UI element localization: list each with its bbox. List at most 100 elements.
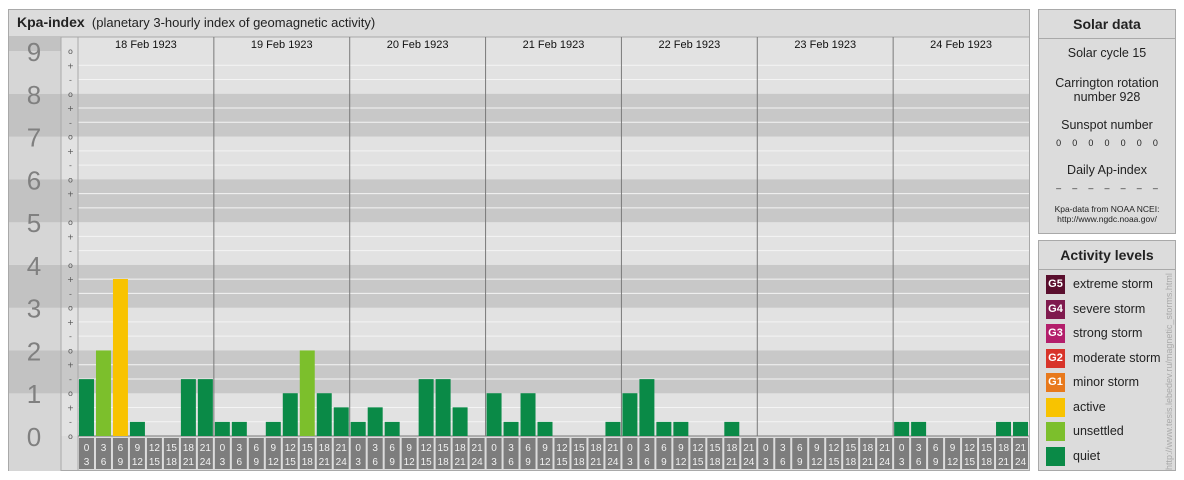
- y-minor-tick-label: o: [68, 47, 73, 56]
- hour-start-label: 3: [780, 443, 786, 454]
- legend-label: unsettled: [1073, 424, 1124, 438]
- kp-band: [9, 51, 1029, 94]
- y-minor-tick-label: o: [68, 90, 73, 99]
- hour-end-label: 18: [302, 457, 314, 468]
- kp-bar: [129, 421, 145, 436]
- y-tick-label: 7: [27, 123, 41, 153]
- daily-ap-label: Daily Ap-index: [1067, 163, 1147, 177]
- day-label: 21 Feb 1923: [523, 39, 585, 51]
- legend-label: strong storm: [1073, 326, 1143, 340]
- y-minor-tick-label: -: [69, 204, 72, 213]
- hour-end-label: 12: [404, 457, 416, 468]
- legend-swatch: G5: [1046, 275, 1065, 294]
- kp-bar: [197, 379, 213, 436]
- kp-band: [9, 136, 1029, 180]
- hour-start-label: 18: [183, 443, 195, 454]
- hour-end-label: 6: [644, 457, 650, 468]
- hour-end-label: 21: [183, 457, 195, 468]
- hour-start-label: 12: [149, 443, 161, 454]
- legend-label: extreme storm: [1073, 277, 1153, 291]
- y-minor-tick-label: o: [68, 432, 73, 441]
- y-minor-tick-label: -: [69, 332, 72, 341]
- kp-bar: [724, 421, 740, 436]
- hour-start-label: 18: [319, 443, 331, 454]
- hour-start-label: 18: [862, 443, 874, 454]
- y-minor-tick-label: +: [67, 104, 74, 113]
- hour-start-label: 0: [763, 443, 769, 454]
- hour-end-label: 6: [372, 457, 378, 468]
- hour-end-label: 18: [166, 457, 178, 468]
- y-tick-label: 2: [27, 336, 41, 366]
- kp-bar: [911, 421, 927, 436]
- hour-end-label: 21: [862, 457, 874, 468]
- day-label: 19 Feb 1923: [251, 39, 313, 51]
- credit-url: http://www.ngdc.noaa.gov/: [1057, 214, 1157, 224]
- y-tick-label: 4: [27, 251, 41, 281]
- sunspot-number-label: Sunspot number: [1061, 118, 1153, 132]
- hour-end-label: 9: [389, 457, 395, 468]
- y-minor-tick-label: +: [67, 232, 74, 241]
- legend-label: active: [1073, 399, 1106, 414]
- hour-start-label: 3: [644, 443, 650, 454]
- y-tick-label: 8: [27, 80, 41, 110]
- hour-start-label: 18: [998, 443, 1010, 454]
- day-label: 23 Feb 1923: [794, 39, 856, 51]
- kp-bar: [1013, 421, 1028, 436]
- hour-end-label: 21: [319, 457, 331, 468]
- kp-bar: [452, 407, 468, 436]
- y-minor-tick-label: o: [68, 346, 73, 355]
- hour-end-label: 12: [132, 457, 144, 468]
- sunspot-value: 0: [1152, 138, 1158, 148]
- hour-end-label: 21: [726, 457, 738, 468]
- kp-bar: [418, 379, 434, 436]
- credit-source: Kpa-data from NOAA NCEI:: [1054, 204, 1160, 214]
- hour-start-label: 6: [661, 443, 667, 454]
- y-minor-tick-label: o: [68, 261, 73, 270]
- hour-start-label: 21: [336, 443, 348, 454]
- hour-end-label: 21: [998, 457, 1010, 468]
- hour-start-label: 15: [573, 443, 585, 454]
- y-minor-tick-label: o: [68, 133, 73, 142]
- hour-end-label: 9: [254, 457, 260, 468]
- y-minor-tick-label: -: [69, 161, 72, 170]
- hour-end-label: 18: [573, 457, 585, 468]
- hour-end-label: 15: [692, 457, 704, 468]
- kp-bar: [180, 379, 196, 436]
- hour-end-label: 6: [508, 457, 514, 468]
- solar-data-title: Solar data: [1039, 10, 1175, 39]
- activity-levels-panel: Activity levels G5 extreme storm G4 severe …: [1038, 240, 1176, 471]
- legend-label: quiet: [1073, 448, 1101, 463]
- sunspot-value: 0: [1088, 138, 1094, 148]
- kp-bar: [520, 393, 536, 436]
- kp-band: [9, 350, 1029, 394]
- day-label: 18 Feb 1923: [115, 39, 177, 51]
- hour-start-label: 15: [709, 443, 721, 454]
- hour-start-label: 6: [797, 443, 803, 454]
- hour-start-label: 21: [1015, 443, 1027, 454]
- hour-start-label: 0: [491, 443, 497, 454]
- day-label: 24 Feb 1923: [930, 39, 992, 51]
- hour-end-label: 3: [491, 457, 497, 468]
- kpa-chart: 0123456789oo+-o+-o+-o+-o+-o+-o+-o+-o+- 1…: [9, 36, 1029, 471]
- hour-start-label: 12: [556, 443, 568, 454]
- legend-label: severe storm: [1073, 301, 1146, 316]
- hour-end-label: 3: [899, 457, 905, 468]
- legend-swatch: G4: [1046, 299, 1065, 319]
- kp-bar: [79, 379, 94, 436]
- hour-end-label: 18: [709, 457, 721, 468]
- activity-levels-title: Activity levels: [1039, 241, 1175, 270]
- hour-start-label: 6: [525, 443, 531, 454]
- hour-end-label: 18: [981, 457, 993, 468]
- legend-swatch: [1046, 397, 1065, 417]
- hour-start-label: 21: [743, 443, 755, 454]
- hour-start-label: 18: [726, 443, 738, 454]
- legend-swatch: [1046, 446, 1065, 466]
- kp-bar: [384, 421, 400, 436]
- daily-ap-value: –: [1120, 183, 1126, 193]
- y-tick-label: 1: [27, 379, 41, 409]
- hour-start-label: 12: [285, 443, 297, 454]
- solar-data-panel: Solar data Solar cycle 15 Carrington rot…: [1038, 9, 1176, 234]
- hour-end-label: 18: [845, 457, 857, 468]
- kp-bar: [673, 421, 689, 436]
- source-watermark: http://www.tesis.lebedev.ru/magnetic_sto…: [1164, 273, 1174, 470]
